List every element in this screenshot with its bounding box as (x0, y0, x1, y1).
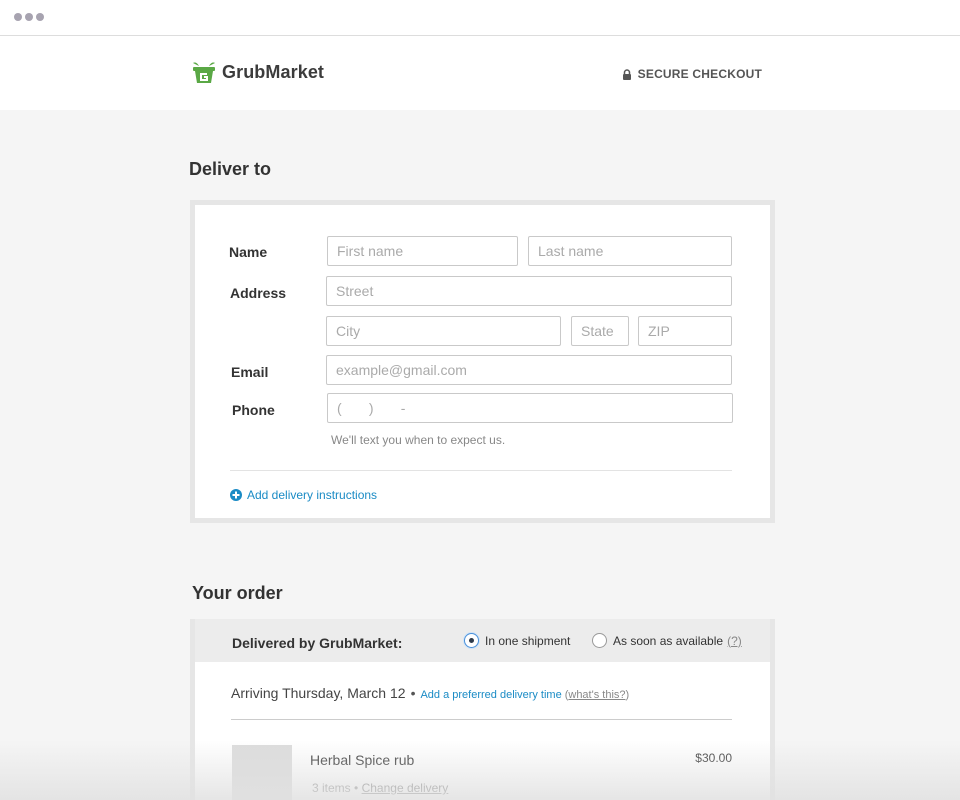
city-input[interactable]: City (326, 316, 561, 346)
site-header: GrubMarket SECURE CHECKOUT (0, 36, 960, 110)
arrival-date: Arriving Thursday, March 12 (231, 685, 406, 701)
phone-hint: We'll text you when to expect us. (331, 433, 506, 447)
one-shipment-option[interactable]: In one shipment (464, 633, 570, 648)
window-dot-icon[interactable] (36, 13, 44, 21)
order-card: Delivered by GrubMarket: In one shipment… (190, 619, 775, 800)
order-divider (231, 719, 732, 720)
radio-selected-icon[interactable] (464, 633, 479, 648)
street-input[interactable]: Street (326, 276, 732, 306)
address-label: Address (230, 285, 287, 301)
radio-unselected-icon[interactable] (592, 633, 607, 648)
phone-label: Phone (232, 402, 275, 418)
email-input[interactable]: example@gmail.com (326, 355, 732, 385)
window-controls (14, 13, 44, 21)
asap-option[interactable]: As soon as available (?) (592, 633, 742, 648)
window-dot-icon[interactable] (14, 13, 22, 21)
name-label: Name (229, 244, 268, 260)
product-meta: 3 items • Change delivery (312, 781, 448, 795)
separator: • (354, 781, 359, 795)
product-name[interactable]: Herbal Spice rub (310, 752, 414, 768)
asap-help-link[interactable]: (?) (727, 634, 742, 648)
basket-logo-icon (193, 62, 215, 83)
last-name-input[interactable]: Last name (528, 236, 732, 266)
window-dot-icon[interactable] (25, 13, 33, 21)
brand-name: GrubMarket (222, 61, 325, 82)
delivered-by-label: Delivered by GrubMarket: (232, 635, 403, 651)
product-count: 3 items (312, 781, 351, 795)
zip-input[interactable]: ZIP (638, 316, 732, 346)
whats-this-label: what's this? (568, 689, 626, 701)
separator: • (410, 685, 416, 701)
form-divider (230, 470, 732, 471)
asap-label: As soon as available (613, 633, 724, 648)
first-name-input[interactable]: First name (327, 236, 518, 266)
email-label: Email (231, 364, 269, 380)
phone-input[interactable]: ( ) - (327, 393, 733, 423)
plus-circle-icon (230, 489, 242, 501)
delivery-form: Name First name Last name Address Street… (190, 200, 775, 523)
one-shipment-label: In one shipment (485, 633, 571, 648)
your-order-title: Your order (192, 583, 283, 603)
preferred-time-link[interactable]: Add a preferred delivery time (420, 689, 561, 701)
shipment-options-bar: Delivered by GrubMarket: In one shipment… (195, 619, 770, 662)
whats-this-link[interactable]: (what's this?) (565, 689, 629, 701)
product-price: $30.00 (695, 751, 732, 765)
secure-checkout-label: SECURE CHECKOUT (637, 67, 762, 81)
add-delivery-instructions-link[interactable]: Add delivery instructions (230, 488, 377, 502)
brand-logo[interactable]: GrubMarket (191, 60, 324, 84)
browser-chrome (0, 0, 960, 36)
deliver-to-title: Deliver to (189, 159, 272, 179)
lock-icon (622, 68, 631, 80)
arrival-info: Arriving Thursday, March 12 • Add a pref… (231, 685, 629, 701)
state-input[interactable]: State (571, 316, 629, 346)
add-delivery-instructions-label: Add delivery instructions (247, 488, 378, 502)
product-image[interactable] (232, 745, 292, 800)
secure-checkout: SECURE CHECKOUT (622, 67, 762, 81)
change-delivery-link[interactable]: Change delivery (362, 781, 449, 795)
